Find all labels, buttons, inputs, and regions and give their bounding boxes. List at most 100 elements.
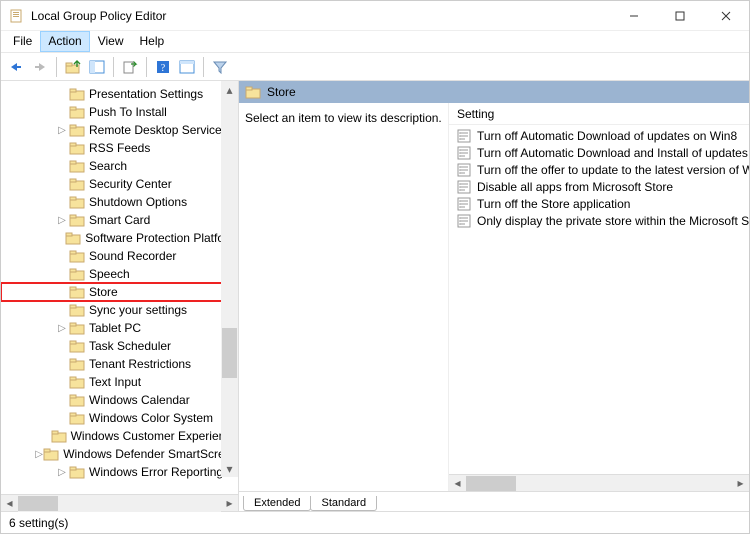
scroll-thumb-h[interactable] <box>18 496 58 511</box>
window-title: Local Group Policy Editor <box>31 9 611 23</box>
folder-icon <box>43 447 59 461</box>
settings-list[interactable]: Turn off Automatic Download of updates o… <box>449 125 749 474</box>
tree-vertical-scrollbar[interactable]: ▴ ▾ <box>221 81 238 477</box>
tree[interactable]: Presentation SettingsPush To Install ▷ Rem… <box>1 81 238 494</box>
forward-button[interactable] <box>29 56 51 78</box>
tree-item[interactable]: Software Protection Platform <box>1 229 238 247</box>
expand-icon[interactable]: ▷ <box>55 323 69 334</box>
setting-icon <box>457 214 471 228</box>
scroll-track[interactable] <box>221 98 238 460</box>
menu-help[interactable]: Help <box>132 31 173 52</box>
tree-item[interactable]: Push To Install <box>1 103 238 121</box>
setting-icon <box>457 129 471 143</box>
tree-item[interactable]: Task Scheduler <box>1 337 238 355</box>
tree-item[interactable]: Windows Customer Experience <box>1 427 238 445</box>
scroll-up-arrow[interactable]: ▴ <box>221 81 238 98</box>
tree-item[interactable]: Tenant Restrictions <box>1 355 238 373</box>
menu-action[interactable]: Action <box>40 31 89 52</box>
back-button[interactable] <box>5 56 27 78</box>
tree-item[interactable]: Presentation Settings <box>1 85 238 103</box>
tab-extended[interactable]: Extended <box>243 496 311 511</box>
scroll-left-arrow[interactable]: ◂ <box>1 495 18 512</box>
tree-item[interactable]: ▷ Tablet PC <box>1 319 238 337</box>
scroll-thumb-h2[interactable] <box>466 476 516 491</box>
filter-button[interactable] <box>209 56 231 78</box>
scroll-down-arrow[interactable]: ▾ <box>221 460 238 477</box>
expand-icon[interactable]: ▷ <box>55 467 69 478</box>
tree-item[interactable]: Shutdown Options <box>1 193 238 211</box>
expand-icon[interactable]: ▷ <box>55 215 69 226</box>
setting-icon <box>457 146 471 160</box>
folder-icon <box>69 411 85 425</box>
tree-item[interactable]: Sync your settings <box>1 301 238 319</box>
tree-item-label: Tablet PC <box>89 321 141 335</box>
toolbar-sep-4 <box>203 57 204 77</box>
folder-icon <box>69 195 85 209</box>
up-one-level-button[interactable] <box>62 56 84 78</box>
setting-label: Turn off Automatic Download and Install … <box>477 146 748 160</box>
tree-item[interactable]: Security Center <box>1 175 238 193</box>
export-button[interactable] <box>119 56 141 78</box>
tree-item[interactable]: Text Input <box>1 373 238 391</box>
tree-item[interactable]: RSS Feeds <box>1 139 238 157</box>
tree-item[interactable]: ▷Windows Error Reporting <box>1 463 238 481</box>
scroll-track-h[interactable] <box>18 495 221 512</box>
setting-row[interactable]: Turn off Automatic Download and Install … <box>449 144 749 161</box>
show-hide-tree-button[interactable] <box>86 56 108 78</box>
tree-item-label: RSS Feeds <box>89 141 150 155</box>
properties-button[interactable] <box>176 56 198 78</box>
tree-item-label: Remote Desktop Services <box>89 123 228 137</box>
settings-horizontal-scrollbar[interactable]: ◂ ▸ <box>449 474 749 491</box>
tree-item[interactable]: Speech <box>1 265 238 283</box>
setting-icon <box>457 163 471 177</box>
help-button[interactable]: ? <box>152 56 174 78</box>
folder-icon <box>69 393 85 407</box>
tree-item[interactable]: Sound Recorder <box>1 247 238 265</box>
menu-file[interactable]: File <box>5 31 40 52</box>
tree-horizontal-scrollbar[interactable]: ◂ ▸ <box>1 494 238 511</box>
tree-item-label: Speech <box>89 267 130 281</box>
scroll-thumb[interactable] <box>222 328 237 378</box>
tree-item-label: Windows Defender SmartScreen <box>63 447 238 461</box>
settings-column-header[interactable]: Setting <box>449 103 749 125</box>
scroll-right-arrow[interactable]: ▸ <box>732 475 749 492</box>
scroll-right-arrow[interactable]: ▸ <box>221 495 238 512</box>
menubar: File Action View Help <box>1 31 749 53</box>
tree-item[interactable]: ▷ Remote Desktop Services <box>1 121 238 139</box>
content: Presentation SettingsPush To Install ▷ Rem… <box>1 81 749 511</box>
window-controls <box>611 1 749 31</box>
setting-row[interactable]: Turn off the offer to update to the late… <box>449 161 749 178</box>
scroll-left-arrow[interactable]: ◂ <box>449 475 466 492</box>
close-button[interactable] <box>703 1 749 31</box>
tree-item[interactable]: Windows Calendar <box>1 391 238 409</box>
toolbar-sep-2 <box>113 57 114 77</box>
folder-icon <box>69 159 85 173</box>
tree-item[interactable]: Windows Color System <box>1 409 238 427</box>
tree-item[interactable]: ▷ Windows Defender SmartScreen <box>1 445 238 463</box>
details-header: Store <box>239 81 749 103</box>
toolbar: ? <box>1 53 749 81</box>
menu-view[interactable]: View <box>90 31 132 52</box>
folder-icon <box>69 339 85 353</box>
tree-item[interactable]: ▷ Smart Card <box>1 211 238 229</box>
minimize-button[interactable] <box>611 1 657 31</box>
details-header-title: Store <box>267 85 296 99</box>
setting-row[interactable]: Only display the private store within th… <box>449 212 749 229</box>
folder-icon <box>69 213 85 227</box>
tree-item-label: Smart Card <box>89 213 150 227</box>
folder-icon <box>69 285 85 299</box>
expand-icon[interactable]: ▷ <box>55 125 69 136</box>
tree-item[interactable]: Store <box>1 283 238 301</box>
tab-standard[interactable]: Standard <box>310 496 377 511</box>
scroll-track-h2[interactable] <box>466 475 732 492</box>
setting-row[interactable]: Turn off the Store application <box>449 195 749 212</box>
maximize-button[interactable] <box>657 1 703 31</box>
setting-row[interactable]: Turn off Automatic Download of updates o… <box>449 127 749 144</box>
tree-item[interactable]: Search <box>1 157 238 175</box>
folder-icon <box>51 429 67 443</box>
expand-icon[interactable]: ▷ <box>35 449 43 460</box>
folder-icon <box>245 85 261 99</box>
setting-row[interactable]: Disable all apps from Microsoft Store <box>449 178 749 195</box>
tree-pane: Presentation SettingsPush To Install ▷ Rem… <box>1 81 239 511</box>
tree-item-label: Sound Recorder <box>89 249 176 263</box>
